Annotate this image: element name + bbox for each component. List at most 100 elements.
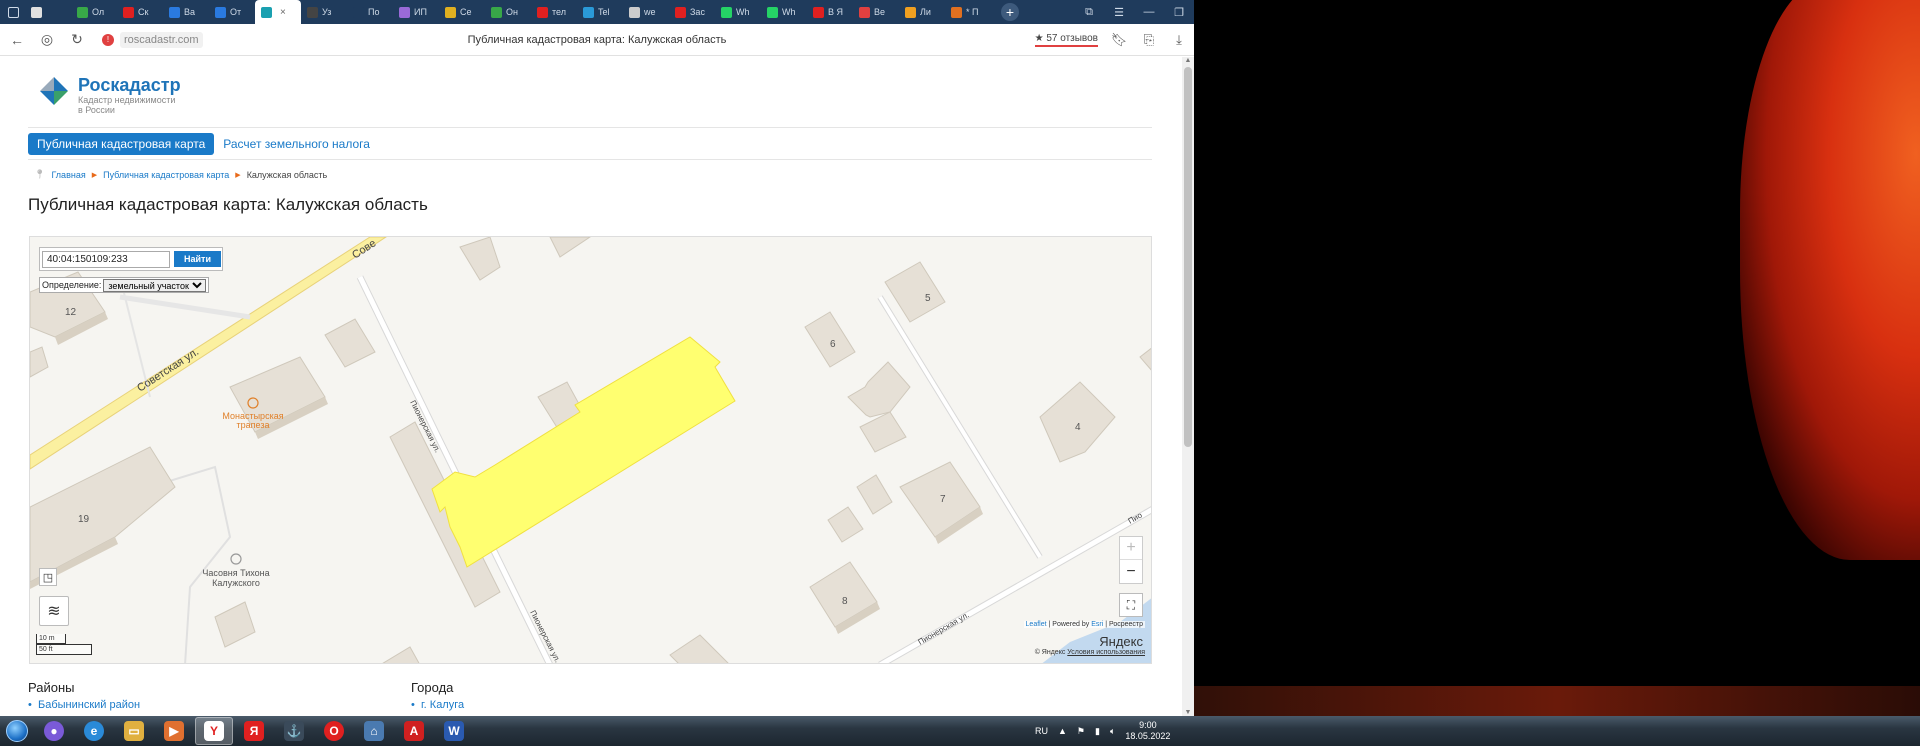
reload-icon[interactable]: ↻ — [66, 29, 88, 51]
breadcrumb-home[interactable]: Главная — [51, 170, 85, 180]
taskbar-app-ie[interactable]: e — [75, 717, 113, 745]
taskbar-app-yandex-browser[interactable]: Y — [195, 717, 233, 745]
tab-14[interactable]: Зас — [669, 1, 715, 23]
breadcrumb-arrow-icon: ▶ — [235, 171, 241, 179]
scroll-thumb[interactable] — [1184, 67, 1192, 447]
district-link[interactable]: Бабынинский район — [28, 699, 140, 711]
tab-favicon-icon — [261, 6, 272, 18]
tab-favicon-icon — [399, 6, 410, 18]
breadcrumb-public-map[interactable]: Публичная кадастровая карта — [103, 170, 229, 180]
tab-label: Ва — [184, 7, 196, 17]
nav-public-map[interactable]: Публичная кадастровая карта — [28, 133, 215, 155]
start-button[interactable] — [0, 717, 34, 745]
download-icon[interactable]: ⤓ — [1170, 32, 1188, 48]
taskbar-app-word[interactable]: W — [435, 717, 473, 745]
tab-11[interactable]: тел — [531, 1, 577, 23]
tab-4[interactable]: От — [209, 1, 255, 23]
tab-8[interactable]: ИП — [393, 1, 439, 23]
logo-mark-icon — [38, 75, 70, 107]
bookmark-icon[interactable]: 🔖︎ — [1110, 32, 1128, 48]
tab-label: Wh — [736, 7, 750, 17]
city-link[interactable]: г. Калуга — [411, 699, 464, 711]
tab-label: Ск — [138, 7, 149, 17]
url-field[interactable]: ! roscadastr.com — [96, 31, 209, 48]
tab-2[interactable]: Ск — [117, 1, 163, 23]
yandex-terms-link[interactable]: Условия использования — [1067, 649, 1145, 656]
minimize-icon[interactable]: — — [1134, 6, 1164, 18]
tab-13[interactable]: we — [623, 1, 669, 23]
tab-home-icon[interactable] — [2, 1, 25, 23]
restore-icon[interactable]: ❐ — [1164, 6, 1194, 19]
find-button[interactable]: Найти — [174, 251, 221, 267]
tab-19[interactable]: Ли — [899, 1, 945, 23]
cadastral-parcel-highlight[interactable] — [431, 336, 736, 568]
site-logo[interactable]: Роскадастр Кадастр недвижимости в России — [38, 75, 181, 115]
tab-6[interactable]: Уз — [301, 1, 347, 23]
cadastral-number-input[interactable] — [42, 250, 170, 268]
breadcrumb-current: Калужская область — [246, 169, 328, 180]
tab-17[interactable]: В Я — [807, 1, 853, 23]
signal-icon[interactable]: ▮ — [1095, 726, 1100, 737]
extensions-icon[interactable]: ⎘ — [1140, 32, 1158, 48]
layers-icon[interactable]: ≋ — [39, 596, 69, 626]
tab-18[interactable]: Ве — [853, 1, 899, 23]
taskbar-app-game[interactable]: ⚓ — [275, 717, 313, 745]
definition-select[interactable]: земельный участок — [103, 278, 207, 292]
tab-close-icon[interactable]: × — [280, 7, 286, 18]
tab-favicon-icon — [445, 6, 456, 18]
volume-icon[interactable]: 🔈︎ — [1110, 726, 1115, 737]
fullscreen-icon[interactable]: ⛶ — [1119, 593, 1143, 617]
tab-label: we — [644, 7, 656, 17]
tab-10[interactable]: Он — [485, 1, 531, 23]
tab-active[interactable]: × — [255, 0, 301, 24]
tabs-manage-icon[interactable]: ⧉ — [1074, 6, 1104, 19]
flag-icon[interactable]: ⚑ — [1077, 726, 1085, 737]
nav-land-tax[interactable]: Расчет земельного налога — [214, 133, 379, 155]
tab-0[interactable] — [25, 1, 71, 23]
tab-1[interactable]: Ол — [71, 1, 117, 23]
cadastral-map[interactable]: Советская ул. Сове Пионерская ул. Пионер… — [29, 236, 1152, 664]
new-tab-icon[interactable]: + — [1001, 3, 1019, 21]
taskbar-app-opera[interactable]: O — [315, 717, 353, 745]
taskbar-app-alice[interactable]: ● — [35, 717, 73, 745]
tab-favicon-icon — [675, 6, 686, 18]
taskbar-app-acrobat[interactable]: A — [395, 717, 433, 745]
clock-time: 9:00 — [1139, 720, 1157, 730]
tab-12[interactable]: Tel — [577, 1, 623, 23]
yandex-copyright: © Яндекс Условия использования — [1034, 649, 1145, 656]
tab-label: ИП — [414, 7, 427, 17]
page-scrollbar[interactable]: ▲ ▼ — [1182, 57, 1194, 716]
tab-16[interactable]: Wh — [761, 1, 807, 23]
taskbar-app-network[interactable]: ⌂ — [355, 717, 393, 745]
draw-rectangle-icon[interactable]: ◳ — [39, 568, 57, 586]
tray-expand-icon[interactable]: ▲ — [1058, 726, 1067, 736]
taskbar-app-media[interactable]: ▶ — [155, 717, 193, 745]
zoom-in-button[interactable]: + — [1120, 537, 1142, 560]
tab-20[interactable]: * П — [945, 1, 991, 23]
protect-icon[interactable]: ◎ — [36, 29, 58, 51]
esri-link[interactable]: Esri — [1091, 621, 1103, 628]
location-pin-icon: 📍︎ — [34, 169, 46, 179]
taskbar-app-explorer[interactable]: ▭ — [115, 717, 153, 745]
tab-label: Он — [506, 7, 518, 17]
yandex-logo: Яндекс — [1099, 634, 1143, 649]
leaflet-link[interactable]: Leaflet — [1026, 621, 1047, 628]
tab-15[interactable]: Wh — [715, 1, 761, 23]
tab-favicon-icon — [629, 6, 640, 18]
zoom-out-button[interactable]: − — [1120, 560, 1142, 583]
language-indicator[interactable]: RU — [1035, 726, 1048, 736]
scroll-down-icon[interactable]: ▼ — [1182, 709, 1194, 716]
tab-favicon-icon — [905, 6, 916, 18]
back-icon[interactable]: ← — [6, 29, 28, 51]
scroll-up-icon[interactable]: ▲ — [1182, 57, 1194, 64]
tab-7[interactable]: По — [347, 1, 393, 23]
tab-3[interactable]: Ва — [163, 1, 209, 23]
clock[interactable]: 9:00 18.05.2022 — [1125, 720, 1170, 742]
menu-icon[interactable]: ☰ — [1104, 6, 1134, 19]
tab-9[interactable]: Се — [439, 1, 485, 23]
reviews-badge[interactable]: ★ 57 отзывов — [1034, 33, 1098, 47]
taskbar-app-yandex[interactable]: Я — [235, 717, 273, 745]
map-canvas[interactable]: Советская ул. Сове Пионерская ул. Пионер… — [30, 237, 1152, 664]
page-heading: Публичная кадастровая карта: Калужская о… — [28, 195, 428, 214]
web-page: Роскадастр Кадастр недвижимости в России… — [0, 57, 1182, 716]
